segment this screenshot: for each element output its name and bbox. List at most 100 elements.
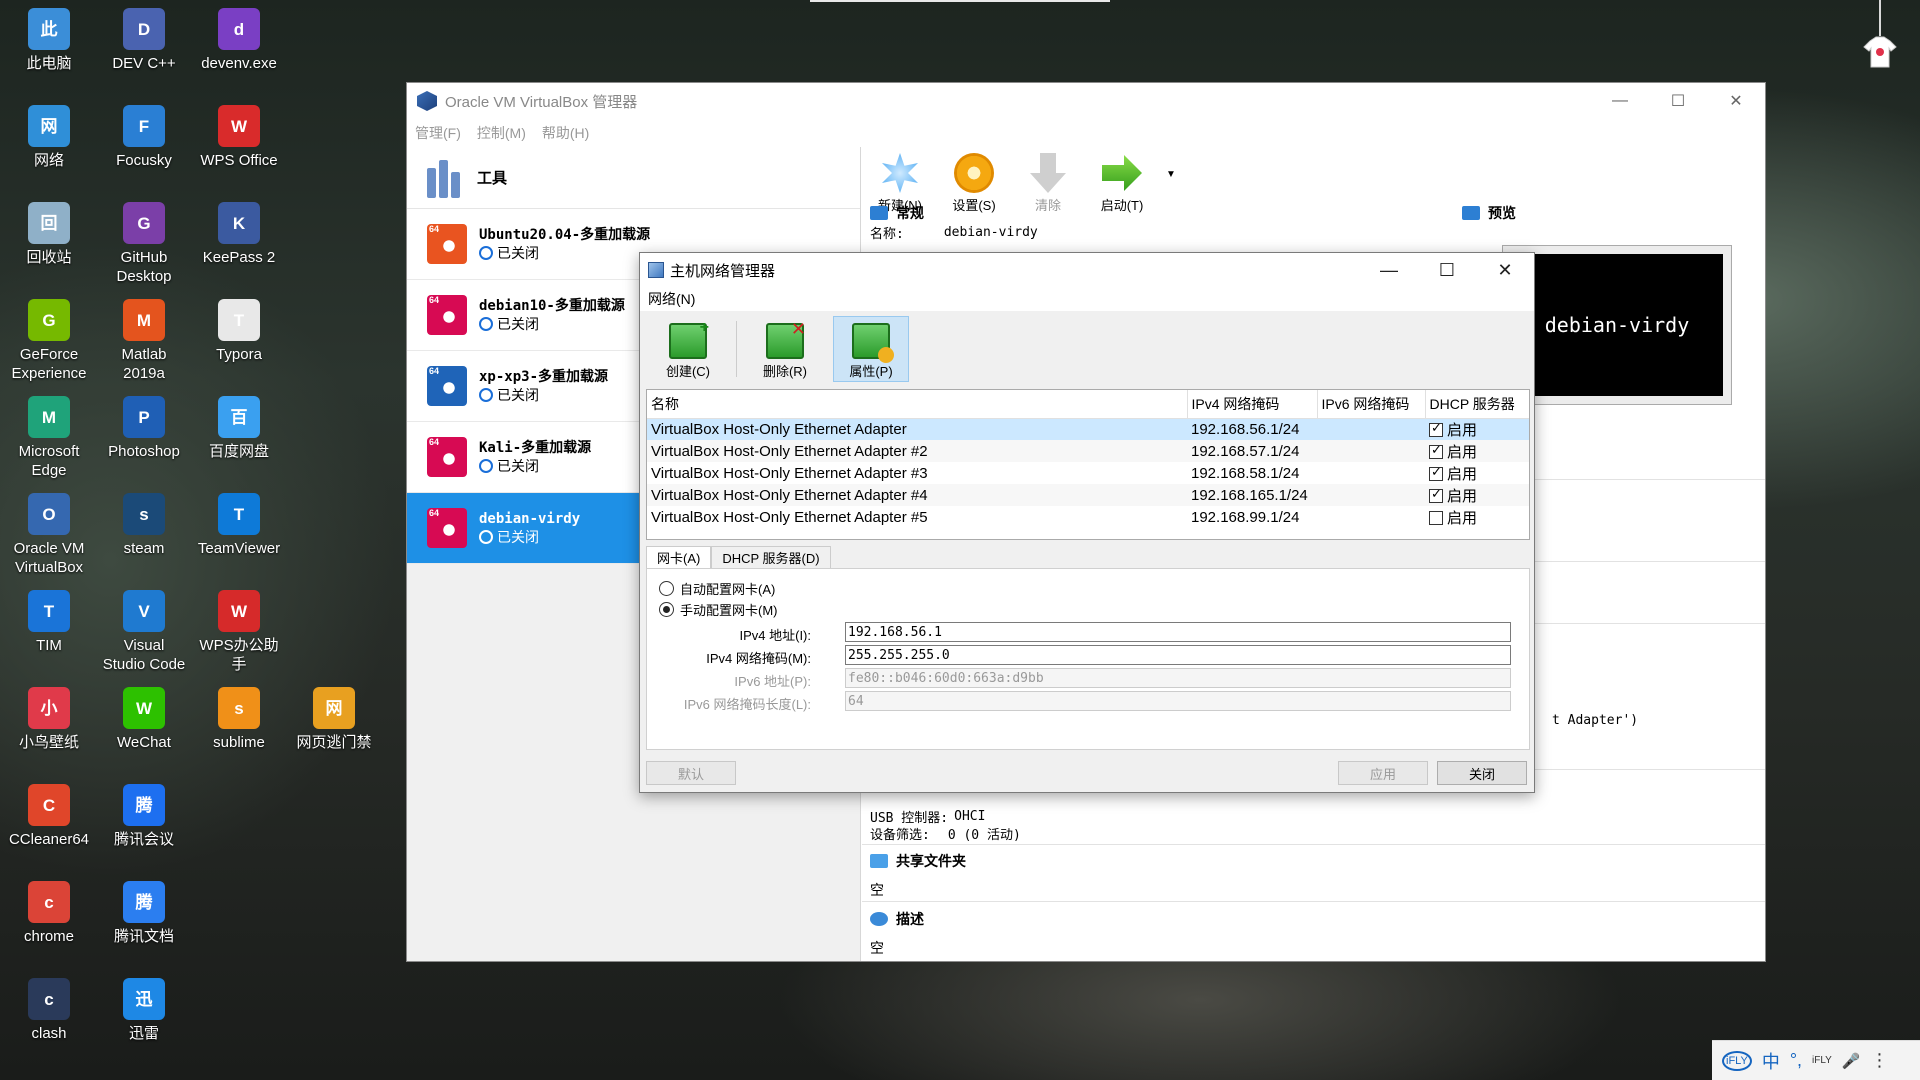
dhcp-enabled-checkbox[interactable] xyxy=(1429,510,1443,525)
desktop-icon-typora[interactable]: T Typora xyxy=(196,293,282,364)
desktop-icon-computer[interactable]: 此此电脑 xyxy=(6,2,92,73)
dhcp-enabled-checkbox[interactable] xyxy=(1429,442,1443,459)
tab-adapter[interactable]: 网卡(A) xyxy=(646,546,712,568)
punctuation-icon[interactable]: °, xyxy=(1790,1050,1802,1071)
adapter-row[interactable]: VirtualBox Host-Only Ethernet Adapter #3… xyxy=(647,462,1529,484)
general-section-header[interactable]: 常规 xyxy=(870,203,924,223)
col-name[interactable]: 名称 xyxy=(647,390,1188,419)
desktop-icon-focusky[interactable]: F Focusky xyxy=(101,99,187,170)
properties-button[interactable]: 属性(P) xyxy=(833,316,909,382)
discard-button[interactable]: 清除 xyxy=(1018,153,1078,214)
col-ipv6[interactable]: IPv6 网络掩码 xyxy=(1317,390,1426,419)
desktop-icon-bird-wallpaper[interactable]: 小小鸟壁纸 xyxy=(6,681,92,752)
menu-file[interactable]: 管理(F) xyxy=(415,123,461,143)
adapter-ipv4: 192.168.58.1/24 xyxy=(1191,464,1300,482)
adapter-row[interactable]: VirtualBox Host-Only Ethernet Adapter #5… xyxy=(647,506,1529,528)
adapter-name: VirtualBox Host-Only Ethernet Adapter #2 xyxy=(647,440,1187,462)
dialog-maximize-button[interactable]: ☐ xyxy=(1418,253,1476,287)
preview-section-header[interactable]: 预览 xyxy=(1462,203,1516,223)
desktop-icon-github-desktop[interactable]: G GitHub Desktop xyxy=(101,196,187,286)
remove-adapter-button[interactable]: ✕ 删除(R) xyxy=(747,316,823,382)
start-button[interactable]: 启动(T) xyxy=(1092,153,1152,214)
desktop-icon-geforce[interactable]: G GeForce Experience xyxy=(6,293,92,383)
desktop-icon-clash[interactable]: c clash xyxy=(6,972,92,1043)
desktop-icon-virtualbox[interactable]: O Oracle VM VirtualBox xyxy=(6,487,92,577)
tab-dhcp-server[interactable]: DHCP 服务器(D) xyxy=(711,546,831,568)
microphone-icon[interactable]: 🎤 xyxy=(1842,1052,1861,1070)
apply-button[interactable]: 应用 xyxy=(1338,761,1428,785)
desktop-icon-xunlei[interactable]: 迅迅雷 xyxy=(101,972,187,1043)
desktop-icon-visual-studio[interactable]: d devenv.exe xyxy=(196,2,282,73)
shared-folders-section-header[interactable]: 共享文件夹 xyxy=(870,851,966,871)
mascot-icon[interactable] xyxy=(1862,35,1898,69)
menu-network[interactable]: 网络(N) xyxy=(648,289,695,309)
device-filter-value: 0 (0 活动) xyxy=(947,828,1021,843)
desktop-icon-tencent-docs[interactable]: 腾腾讯文档 xyxy=(101,875,187,946)
ifly-icon[interactable]: iFLY xyxy=(1722,1050,1752,1071)
desktop-icon-label: 小鸟壁纸 xyxy=(18,734,79,751)
dialog-close-button[interactable]: ✕ xyxy=(1476,253,1534,287)
desktop-icon-label: steam xyxy=(123,540,165,557)
col-ipv4[interactable]: IPv4 网络掩码 xyxy=(1187,390,1318,419)
desktop-icon-ccleaner[interactable]: C CCleaner64 xyxy=(6,778,92,849)
minimize-button[interactable]: — xyxy=(1591,83,1649,119)
close-dialog-button[interactable]: 关闭 xyxy=(1437,761,1527,785)
tools-item[interactable]: 工具 xyxy=(407,147,860,209)
desktop-icon-chrome[interactable]: c chrome xyxy=(6,875,92,946)
description-section-header[interactable]: 描述 xyxy=(870,909,924,929)
dhcp-enabled-checkbox[interactable] xyxy=(1429,420,1443,437)
col-dhcp[interactable]: DHCP 服务器 xyxy=(1425,390,1529,419)
desktop-icon-photoshop[interactable]: P Photoshop xyxy=(101,390,187,461)
dialog-minimize-button[interactable]: — xyxy=(1360,253,1418,287)
adapter-row[interactable]: VirtualBox Host-Only Ethernet Adapter #2… xyxy=(647,440,1529,462)
settings-button[interactable]: 设置(S) xyxy=(944,153,1004,214)
ipv4-address-input[interactable]: 192.168.56.1 xyxy=(845,622,1511,642)
vm-state: 已关闭 xyxy=(497,458,539,474)
desktop-icon-baidu-netdisk[interactable]: 百百度网盘 xyxy=(196,390,282,461)
ipv6-prefix-input[interactable]: 64 xyxy=(845,691,1511,711)
desktop-icon-devcpp[interactable]: D DEV C++ xyxy=(101,2,187,73)
desktop-icon-tim[interactable]: T TIM xyxy=(6,584,92,655)
desktop-icon-wps-office[interactable]: W WPS Office xyxy=(196,99,282,170)
close-button[interactable]: ✕ xyxy=(1707,83,1765,119)
desktop-icon-vscode[interactable]: V Visual Studio Code xyxy=(101,584,187,674)
desktop-icon-network[interactable]: 网网络 xyxy=(6,99,92,170)
desktop-icon-recycle-bin[interactable]: 回回收站 xyxy=(6,196,92,267)
power-off-icon xyxy=(479,317,493,331)
desktop-icon-tencent-meeting[interactable]: 腾腾讯会议 xyxy=(101,778,187,849)
vm-os-icon: 64 xyxy=(427,224,467,264)
start-label: 启动(T) xyxy=(1100,198,1144,213)
desktop-icon-webpage[interactable]: 网网页逃门禁 xyxy=(291,681,377,752)
adapter-row[interactable]: VirtualBox Host-Only Ethernet Adapter #4… xyxy=(647,484,1529,506)
desktop-icon-edge[interactable]: M Microsoft Edge xyxy=(6,390,92,480)
desktop-icon-steam[interactable]: s steam xyxy=(101,487,187,558)
start-dropdown-icon[interactable]: ▼ xyxy=(1166,153,1180,214)
desktop-icon-wechat[interactable]: W WeChat xyxy=(101,681,187,752)
reset-button[interactable]: 默认 xyxy=(646,761,736,785)
dhcp-enabled-checkbox[interactable] xyxy=(1429,464,1443,481)
maximize-button[interactable]: ☐ xyxy=(1649,83,1707,119)
desktop-icon-sublime[interactable]: s sublime xyxy=(196,681,282,752)
ipv4-mask-input[interactable]: 255.255.255.0 xyxy=(845,645,1511,665)
window-titlebar[interactable]: Oracle VM VirtualBox 管理器 xyxy=(407,83,1765,119)
auto-config-radio[interactable]: 自动配置网卡(A) xyxy=(659,579,775,598)
desktop-icon-matlab[interactable]: M Matlab 2019a xyxy=(101,293,187,383)
ipv6-address-input[interactable]: fe80::b046:60d0:663a:d9bb xyxy=(845,668,1511,688)
ifly-voice-icon[interactable]: iFLY xyxy=(1812,1055,1832,1066)
dhcp-enabled-checkbox[interactable] xyxy=(1429,486,1443,503)
manual-config-radio[interactable]: 手动配置网卡(M) xyxy=(659,600,778,619)
adapter-row[interactable]: VirtualBox Host-Only Ethernet Adapter 192… xyxy=(647,418,1529,440)
menu-help[interactable]: 帮助(H) xyxy=(542,123,589,143)
ime-chinese-indicator[interactable]: 中 xyxy=(1762,1048,1780,1074)
menu-machine[interactable]: 控制(M) xyxy=(477,123,526,143)
vm-name: debian10-多重加载源 xyxy=(479,298,625,314)
create-adapter-button[interactable]: + 创建(C) xyxy=(650,316,726,382)
tray-more-icon[interactable]: ⋮ xyxy=(1871,1050,1889,1071)
tencent-meeting-icon: 腾 xyxy=(123,784,165,826)
desktop-icon-wps-assistant[interactable]: W WPS办公助手 xyxy=(196,584,282,674)
desktop-icon-teamviewer[interactable]: T TeamViewer xyxy=(196,487,282,558)
desktop-icon-label: TeamViewer xyxy=(197,540,281,557)
general-title: 常规 xyxy=(896,205,924,221)
desktop-icon-keepass[interactable]: K KeePass 2 xyxy=(196,196,282,267)
vm-os-icon: 64 xyxy=(427,508,467,548)
